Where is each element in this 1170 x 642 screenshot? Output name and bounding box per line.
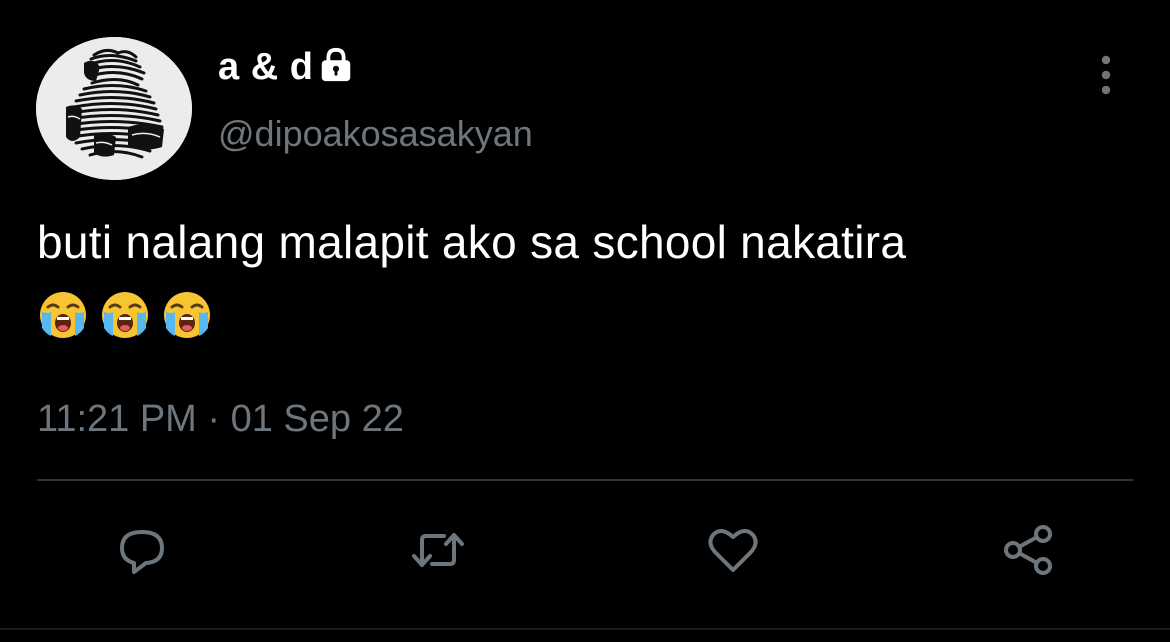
avatar[interactable]	[36, 37, 192, 180]
tweet-timestamp[interactable]: 11:21 PM · 01 Sep 22	[37, 396, 404, 442]
bottom-divider	[0, 628, 1170, 630]
loudly-crying-face-icon	[102, 292, 148, 338]
emoji-row	[38, 290, 212, 340]
user-handle[interactable]: @dipoakosasakyan	[218, 112, 533, 156]
share-button[interactable]	[999, 520, 1059, 580]
loudly-crying-face-icon	[164, 292, 210, 338]
tweet-text: buti nalang malapit ako sa school nakati…	[37, 216, 907, 268]
display-name-text: a & d	[218, 46, 314, 88]
lock-icon	[322, 47, 351, 82]
display-name[interactable]: a & d	[218, 44, 355, 90]
share-icon	[1004, 525, 1052, 575]
loudly-crying-face-icon	[40, 292, 86, 338]
tweet-card: a & d @dipoakosasakyan buti nalang malap…	[0, 0, 1170, 642]
heart-icon	[708, 529, 758, 572]
more-vertical-icon[interactable]	[1090, 52, 1122, 98]
retweet-icon	[412, 533, 464, 567]
like-button[interactable]	[703, 520, 763, 580]
retweet-button[interactable]	[408, 520, 468, 580]
reply-button[interactable]	[112, 520, 172, 580]
reply-icon	[120, 530, 164, 574]
divider	[37, 479, 1133, 481]
avatar-image	[36, 37, 192, 180]
